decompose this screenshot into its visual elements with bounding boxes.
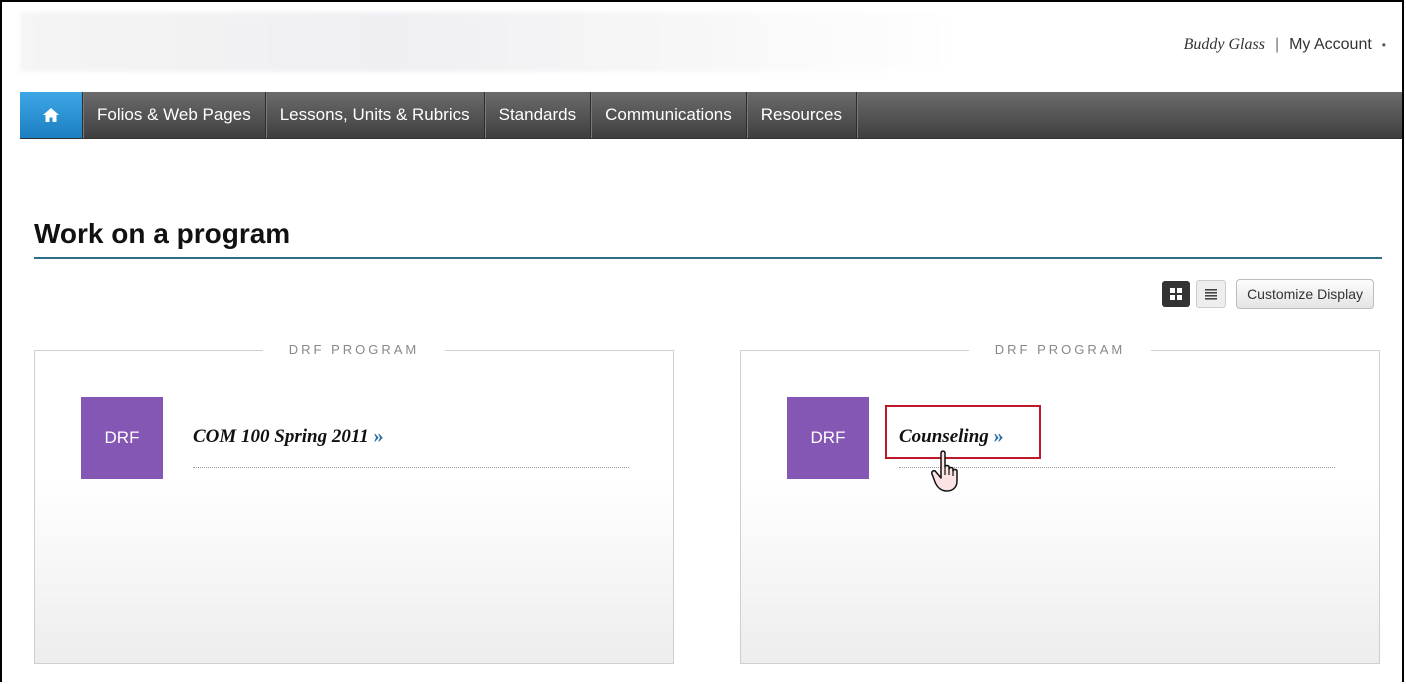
display-controls: Customize Display [1162,279,1374,309]
grid-view-icon [1170,288,1183,300]
dotted-divider [193,467,629,468]
user-menu: Buddy Glass | My Account • [1184,36,1386,54]
program-card: DRF PROGRAM DRF COM 100 Spring 2011 » [34,342,674,664]
program-link-counseling[interactable]: Counseling » [899,425,1004,448]
user-name-link[interactable]: Buddy Glass [1184,36,1265,54]
nav-folios[interactable]: Folios & Web Pages [82,92,265,138]
hand-pointer-cursor-icon [931,450,958,492]
program-link-com100[interactable]: COM 100 Spring 2011 » [193,425,384,448]
page-title: Work on a program [34,218,291,249]
app-window: Buddy Glass | My Account • Folios & Web … [0,0,1404,682]
program-name[interactable]: Counseling [899,426,989,447]
program-type-label: DRF PROGRAM [262,342,446,357]
nav-lessons[interactable]: Lessons, Units & Rubrics [264,92,484,138]
account-dropdown-icon[interactable]: • [1382,38,1386,52]
double-chevron-right-icon[interactable]: » [994,425,1004,447]
program-type-label: DRF PROGRAM [968,342,1152,357]
nav-home[interactable] [20,92,82,138]
card-legend: DRF PROGRAM [741,341,1379,359]
list-view-icon [1205,289,1218,300]
main-nav: Folios & Web Pages Lessons, Units & Rubr… [20,92,1402,139]
nav-standards[interactable]: Standards [483,92,591,138]
program-card: DRF PROGRAM DRF Counseling » [740,342,1380,664]
separator: | [1274,36,1280,53]
home-icon [43,108,59,122]
nav-resources[interactable]: Resources [745,92,856,138]
title-divider [34,257,1382,259]
program-badge[interactable]: DRF [787,397,869,479]
site-logo [20,12,950,72]
customize-display-button[interactable]: Customize Display [1236,279,1374,309]
nav-filler [856,92,1402,138]
card-legend: DRF PROGRAM [35,341,673,359]
my-account-link[interactable]: My Account [1289,36,1372,54]
grid-view-button[interactable] [1162,281,1191,307]
program-name[interactable]: COM 100 Spring 2011 [193,426,369,447]
double-chevron-right-icon[interactable]: » [374,425,384,447]
program-badge[interactable]: DRF [81,397,163,479]
list-view-button[interactable] [1196,280,1227,308]
nav-communications[interactable]: Communications [590,92,746,138]
